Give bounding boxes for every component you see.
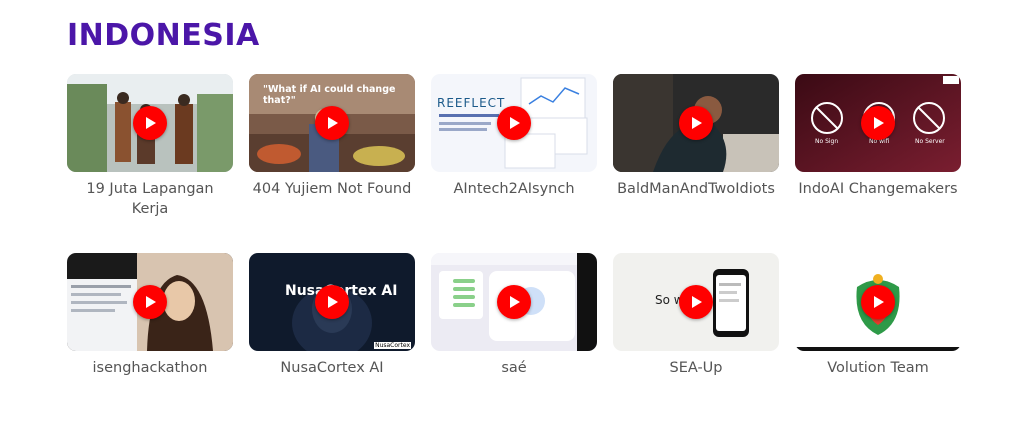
video-title[interactable]: NusaCortex AI <box>249 358 415 378</box>
play-button-icon[interactable] <box>315 285 349 319</box>
play-button-icon[interactable] <box>679 285 713 319</box>
video-title[interactable]: SEA-Up <box>613 358 779 378</box>
video-thumbnail[interactable] <box>795 253 961 351</box>
video-thumbnail[interactable]: No Sign No wifi No Server <box>795 74 961 172</box>
video-thumbnail[interactable] <box>613 74 779 172</box>
play-button-icon[interactable] <box>315 106 349 140</box>
play-button-icon[interactable] <box>497 285 531 319</box>
video-thumbnail[interactable] <box>431 253 597 351</box>
video-title[interactable]: IndoAI Changemakers <box>795 179 961 199</box>
play-button-icon[interactable] <box>133 106 167 140</box>
video-thumbnail[interactable]: REEFLECT <box>431 74 597 172</box>
play-button-icon[interactable] <box>133 285 167 319</box>
video-thumbnail[interactable]: So w <box>613 253 779 351</box>
video-card[interactable]: REEFLECT AIntech2AIsynch <box>431 74 597 199</box>
thumbnail-caption: "What if AI could change that?" <box>263 84 396 106</box>
video-title[interactable]: AIntech2AIsynch <box>431 179 597 199</box>
video-thumbnail[interactable] <box>67 253 233 351</box>
video-card[interactable]: isenghackathon <box>67 253 233 378</box>
video-card[interactable]: "What if AI could change that?" 404 Yuji… <box>249 74 415 199</box>
video-card[interactable]: No Sign No wifi No Server IndoAI Changem… <box>795 74 961 199</box>
video-title[interactable]: saé <box>431 358 597 378</box>
play-button-icon[interactable] <box>679 106 713 140</box>
thumbnail-logo-text: REEFLECT <box>437 96 506 110</box>
video-title[interactable]: 19 Juta Lapangan Kerja <box>67 179 233 219</box>
play-button-icon[interactable] <box>861 285 895 319</box>
video-thumbnail[interactable] <box>67 74 233 172</box>
section-title: INDONESIA <box>67 18 260 53</box>
video-title[interactable]: isenghackathon <box>67 358 233 378</box>
video-title[interactable]: BaldManAndTwoIdiots <box>613 179 779 199</box>
video-thumbnail[interactable]: NusaCortex AI NusaCortex <box>249 253 415 351</box>
play-button-icon[interactable] <box>861 106 895 140</box>
video-card[interactable]: Volution Team <box>795 253 961 378</box>
video-title[interactable]: 404 Yujiem Not Found <box>249 179 415 199</box>
video-card[interactable]: BaldManAndTwoIdiots <box>613 74 779 199</box>
video-card[interactable]: saé <box>431 253 597 378</box>
thumbnail-caption: No Sign <box>815 138 839 145</box>
video-card[interactable]: 19 Juta Lapangan Kerja <box>67 74 233 219</box>
video-card[interactable]: So w SEA-Up <box>613 253 779 378</box>
video-title[interactable]: Volution Team <box>795 358 961 378</box>
video-card[interactable]: NusaCortex AI NusaCortex NusaCortex AI <box>249 253 415 378</box>
video-thumbnail[interactable]: "What if AI could change that?" <box>249 74 415 172</box>
play-button-icon[interactable] <box>497 106 531 140</box>
thumbnail-corner-text: NusaCortex <box>374 342 411 349</box>
thumbnail-caption: No Server <box>915 138 945 145</box>
